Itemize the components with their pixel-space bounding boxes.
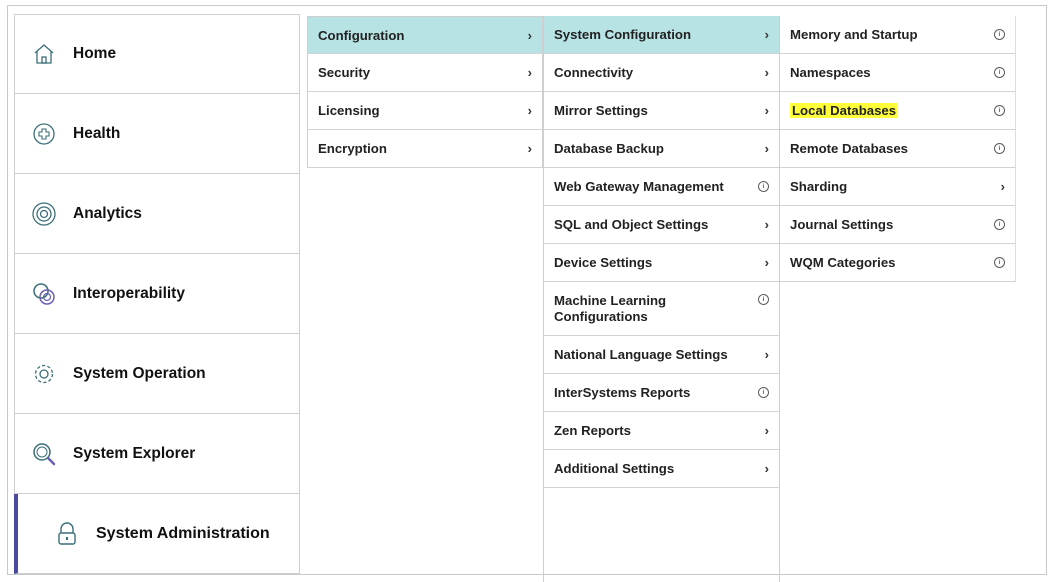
info-icon: i (758, 181, 769, 192)
chevron-right-icon: › (527, 103, 532, 118)
home-icon (31, 41, 57, 67)
nav-item-label: System Explorer (73, 444, 196, 462)
menu-item-namespaces[interactable]: Namespaces i (780, 54, 1016, 92)
menu-item-licensing[interactable]: Licensing › (307, 92, 543, 130)
menu-column-3: Memory and Startup i Namespaces i Local … (780, 16, 1016, 282)
menu-item-web-gateway-management[interactable]: Web Gateway Management i (544, 168, 779, 206)
chevron-right-icon: › (764, 255, 769, 270)
menu-item-label: Encryption (318, 141, 387, 156)
nav-item-label: Interoperability (73, 284, 185, 302)
menu-item-memory-and-startup[interactable]: Memory and Startup i (780, 16, 1016, 54)
menu-item-configuration[interactable]: Configuration › (307, 16, 543, 54)
chevron-right-icon: › (527, 65, 532, 80)
menu-item-label: Zen Reports (554, 423, 631, 438)
menu-item-database-backup[interactable]: Database Backup › (544, 130, 779, 168)
menu-item-machine-learning-configurations[interactable]: Machine Learning Configurations i (544, 282, 779, 336)
menu-item-label: National Language Settings (554, 347, 728, 362)
menu-item-sharding[interactable]: Sharding › (780, 168, 1016, 206)
menu-item-wqm-categories[interactable]: WQM Categories i (780, 244, 1016, 282)
chevron-right-icon: › (764, 27, 769, 42)
main-nav: Home Health Analytics Interoperability S… (14, 14, 300, 574)
chevron-right-icon: › (764, 217, 769, 232)
menu-item-label: System Configuration (554, 27, 692, 42)
menu-item-label: Mirror Settings (554, 103, 648, 118)
nav-item-system-operation[interactable]: System Operation (14, 334, 300, 414)
menu-item-label: Additional Settings (554, 461, 675, 476)
health-plus-icon (31, 121, 57, 147)
info-icon: i (994, 29, 1005, 40)
menu-item-label: Web Gateway Management (554, 179, 724, 194)
menu-item-sql-object-settings[interactable]: SQL and Object Settings › (544, 206, 779, 244)
menu-item-label: SQL and Object Settings (554, 217, 709, 232)
nav-item-home[interactable]: Home (14, 14, 300, 94)
menu-item-label: Configuration (318, 27, 405, 43)
menu-item-remote-databases[interactable]: Remote Databases i (780, 130, 1016, 168)
menu-item-intersystems-reports[interactable]: InterSystems Reports i (544, 374, 779, 412)
menu-item-local-databases[interactable]: Local Databases i (780, 92, 1016, 130)
nav-item-system-administration[interactable]: System Administration (14, 494, 300, 574)
gear-icon (31, 361, 57, 387)
menu-item-label: Licensing (318, 103, 380, 118)
menu-item-label: Machine Learning Configurations (554, 292, 667, 324)
menu-item-label: Device Settings (554, 255, 653, 270)
menu-item-label: Security (318, 65, 371, 80)
chevron-right-icon: › (764, 103, 769, 118)
menu-item-label: Memory and Startup (790, 27, 918, 42)
chevron-right-icon: › (764, 65, 769, 80)
menu-item-label: Connectivity (554, 65, 634, 80)
menu-item-national-language-settings[interactable]: National Language Settings › (544, 336, 779, 374)
menu-item-system-configuration[interactable]: System Configuration › (544, 16, 779, 54)
nav-item-interoperability[interactable]: Interoperability (14, 254, 300, 334)
linked-rings-icon (31, 281, 57, 307)
chevron-right-icon: › (527, 27, 532, 43)
menu-item-connectivity[interactable]: Connectivity › (544, 54, 779, 92)
menu-item-mirror-settings[interactable]: Mirror Settings › (544, 92, 779, 130)
menu-item-label: Local Databases (790, 103, 899, 118)
menu-item-encryption[interactable]: Encryption › (307, 130, 543, 168)
menu-item-device-settings[interactable]: Device Settings › (544, 244, 779, 282)
menu-item-security[interactable]: Security › (307, 54, 543, 92)
info-icon: i (994, 105, 1005, 116)
nav-item-analytics[interactable]: Analytics (14, 174, 300, 254)
menu-item-zen-reports[interactable]: Zen Reports › (544, 412, 779, 450)
menu-item-journal-settings[interactable]: Journal Settings i (780, 206, 1016, 244)
chevron-right-icon: › (764, 423, 769, 438)
info-icon: i (994, 143, 1005, 154)
chevron-right-icon: › (764, 141, 769, 156)
nav-item-label: Health (73, 124, 121, 142)
info-icon: i (758, 294, 769, 305)
nav-item-label: Analytics (73, 204, 142, 222)
menu-item-label: Journal Settings (790, 217, 894, 232)
chevron-right-icon: › (1000, 179, 1005, 194)
chevron-right-icon: › (764, 347, 769, 362)
nav-item-label: System Administration (96, 524, 270, 542)
chevron-right-icon: › (764, 461, 769, 476)
menu-item-label: Namespaces (790, 65, 871, 80)
menu-item-label: WQM Categories (790, 255, 896, 270)
menu-item-label: Database Backup (554, 141, 664, 156)
info-icon: i (994, 219, 1005, 230)
info-icon: i (994, 257, 1005, 268)
target-icon (31, 201, 57, 227)
magnifier-icon (31, 441, 57, 467)
nav-item-system-explorer[interactable]: System Explorer (14, 414, 300, 494)
menu-column-1: Configuration › Security › Licensing › E… (307, 16, 543, 168)
info-icon: i (994, 67, 1005, 78)
nav-item-health[interactable]: Health (14, 94, 300, 174)
menu-item-label: Sharding (790, 179, 848, 194)
menu-item-label: Remote Databases (790, 141, 909, 156)
nav-item-label: System Operation (73, 364, 206, 382)
chevron-right-icon: › (527, 141, 532, 156)
info-icon: i (758, 387, 769, 398)
lock-icon (54, 521, 80, 547)
menu-item-additional-settings[interactable]: Additional Settings › (544, 450, 779, 488)
menu-item-label: InterSystems Reports (554, 385, 691, 400)
menu-column-2: System Configuration › Connectivity › Mi… (543, 16, 780, 582)
nav-item-label: Home (73, 45, 117, 62)
